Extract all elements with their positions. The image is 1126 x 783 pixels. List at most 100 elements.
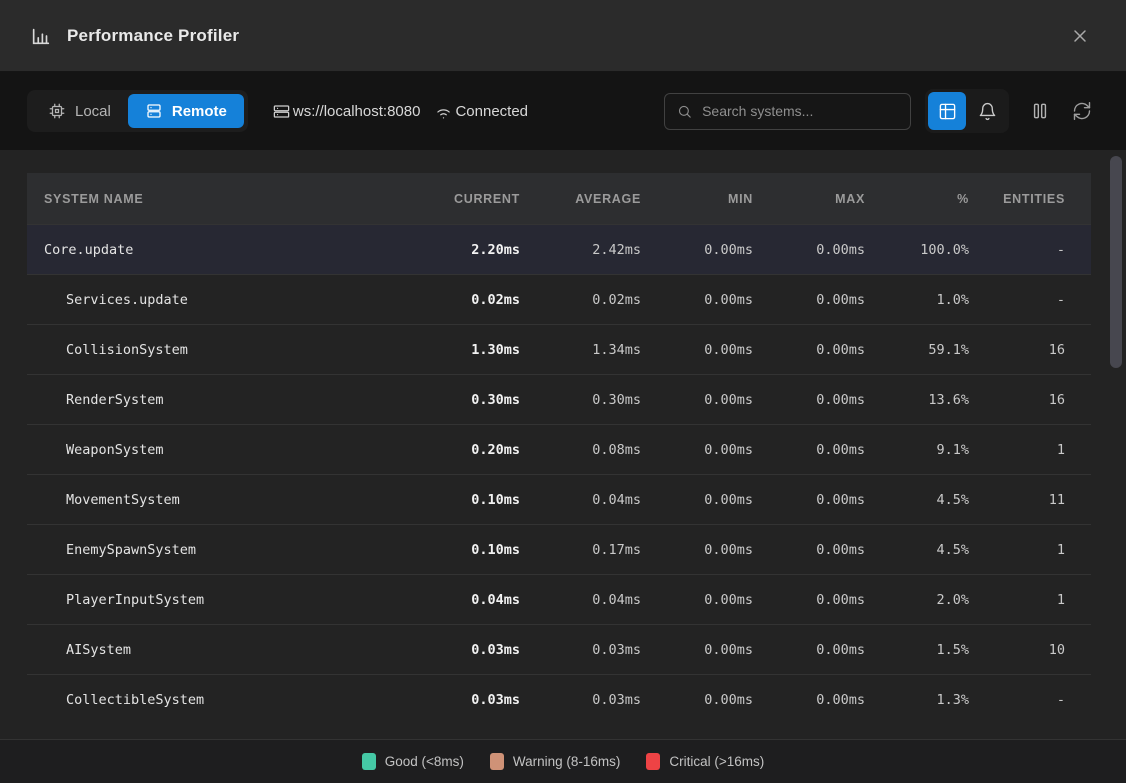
search-icon: [677, 103, 692, 120]
table-row[interactable]: CollectibleSystem 0.03ms 0.03ms 0.00ms 0…: [27, 674, 1091, 717]
current-value: 0.03ms: [405, 642, 520, 658]
toolbar: Local Remote ws://localhost:8080: [0, 72, 1126, 150]
connection-info: ws://localhost:8080 Connected: [272, 102, 528, 121]
min-value: 0.00ms: [641, 542, 753, 558]
search-input[interactable]: [702, 103, 898, 119]
connection-status-group: Connected: [434, 102, 528, 121]
close-button[interactable]: [1064, 20, 1096, 52]
table-row[interactable]: Services.update 0.02ms 0.02ms 0.00ms 0.0…: [27, 274, 1091, 324]
column-header-percent: %: [865, 192, 969, 206]
system-name: EnemySpawnSystem: [44, 542, 405, 558]
system-name: WeaponSystem: [44, 442, 405, 458]
connection-mode-toggle: Local Remote: [27, 90, 248, 132]
table-row[interactable]: AISystem 0.03ms 0.03ms 0.00ms 0.00ms 1.5…: [27, 624, 1091, 674]
local-mode-button[interactable]: Local: [31, 94, 128, 128]
max-value: 0.00ms: [753, 642, 865, 658]
legend-footer: Good (<8ms) Warning (8-16ms) Critical (>…: [0, 739, 1126, 783]
table-row[interactable]: RenderSystem 0.30ms 0.30ms 0.00ms 0.00ms…: [27, 374, 1091, 424]
refresh-icon: [1072, 101, 1092, 121]
entities-value: 1: [969, 542, 1065, 558]
entities-value: -: [969, 292, 1065, 308]
table-row[interactable]: Core.update 2.20ms 2.42ms 0.00ms 0.00ms …: [27, 224, 1091, 274]
min-value: 0.00ms: [641, 442, 753, 458]
view-buttons-group: [925, 89, 1009, 133]
column-header-system-name: SYSTEM NAME: [44, 192, 405, 206]
scrollbar-track[interactable]: [1110, 151, 1122, 739]
column-header-entities: ENTITIES: [969, 192, 1065, 206]
max-value: 0.00ms: [753, 692, 865, 708]
current-value: 0.20ms: [405, 442, 520, 458]
min-value: 0.00ms: [641, 392, 753, 408]
max-value: 0.00ms: [753, 592, 865, 608]
percent-value: 4.5%: [865, 542, 969, 558]
entities-value: 10: [969, 642, 1065, 658]
average-value: 0.02ms: [520, 292, 641, 308]
entities-value: 1: [969, 592, 1065, 608]
remote-mode-label: Remote: [172, 103, 227, 120]
max-value: 0.00ms: [753, 342, 865, 358]
server-icon: [145, 102, 163, 120]
percent-value: 1.3%: [865, 692, 969, 708]
min-value: 0.00ms: [641, 342, 753, 358]
table-view-button[interactable]: [928, 92, 966, 130]
column-header-current: CURRENT: [405, 192, 520, 206]
percent-value: 13.6%: [865, 392, 969, 408]
table-row[interactable]: WeaponSystem 0.20ms 0.08ms 0.00ms 0.00ms…: [27, 424, 1091, 474]
entities-value: 16: [969, 392, 1065, 408]
cpu-icon: [48, 102, 66, 120]
column-header-max: MAX: [753, 192, 865, 206]
warning-label: Warning (8-16ms): [513, 754, 621, 769]
server-icon: [272, 102, 291, 121]
performance-profiler-window: { "window": { "title": "Performance Prof…: [0, 0, 1126, 783]
min-value: 0.00ms: [641, 642, 753, 658]
connection-status: Connected: [455, 103, 528, 120]
table-row[interactable]: CollisionSystem 1.30ms 1.34ms 0.00ms 0.0…: [27, 324, 1091, 374]
pause-icon: [1030, 101, 1050, 121]
average-value: 0.17ms: [520, 542, 641, 558]
average-value: 0.30ms: [520, 392, 641, 408]
percent-value: 1.0%: [865, 292, 969, 308]
min-value: 0.00ms: [641, 292, 753, 308]
good-swatch: [362, 753, 376, 770]
refresh-button[interactable]: [1065, 94, 1099, 128]
percent-value: 9.1%: [865, 442, 969, 458]
wifi-icon: [434, 102, 453, 121]
table-header-row: SYSTEM NAME CURRENT AVERAGE MIN MAX % EN…: [27, 173, 1091, 224]
table-row[interactable]: PlayerInputSystem 0.04ms 0.04ms 0.00ms 0…: [27, 574, 1091, 624]
current-value: 0.03ms: [405, 692, 520, 708]
title-bar: Performance Profiler: [0, 0, 1126, 72]
average-value: 0.03ms: [520, 692, 641, 708]
alerts-button[interactable]: [968, 92, 1006, 130]
column-header-average: AVERAGE: [520, 192, 641, 206]
system-name: Core.update: [44, 242, 405, 258]
current-value: 0.10ms: [405, 542, 520, 558]
system-name: RenderSystem: [44, 392, 405, 408]
bell-icon: [978, 102, 997, 121]
percent-value: 100.0%: [865, 242, 969, 258]
max-value: 0.00ms: [753, 392, 865, 408]
current-value: 0.30ms: [405, 392, 520, 408]
bar-chart-icon: [30, 25, 52, 47]
system-name: CollectibleSystem: [44, 692, 405, 708]
layout-grid-icon: [938, 102, 957, 121]
percent-value: 59.1%: [865, 342, 969, 358]
search-box: [664, 93, 911, 130]
legend-item-critical: Critical (>16ms): [646, 753, 764, 770]
scrollbar-thumb[interactable]: [1110, 156, 1122, 368]
close-icon: [1070, 26, 1090, 46]
min-value: 0.00ms: [641, 492, 753, 508]
current-value: 1.30ms: [405, 342, 520, 358]
table-row[interactable]: MovementSystem 0.10ms 0.04ms 0.00ms 0.00…: [27, 474, 1091, 524]
max-value: 0.00ms: [753, 542, 865, 558]
legend-item-good: Good (<8ms): [362, 753, 464, 770]
good-label: Good (<8ms): [385, 754, 464, 769]
column-header-min: MIN: [641, 192, 753, 206]
average-value: 0.04ms: [520, 492, 641, 508]
local-mode-label: Local: [75, 103, 111, 120]
pause-button[interactable]: [1023, 94, 1057, 128]
percent-value: 2.0%: [865, 592, 969, 608]
average-value: 0.03ms: [520, 642, 641, 658]
average-value: 1.34ms: [520, 342, 641, 358]
table-row[interactable]: EnemySpawnSystem 0.10ms 0.17ms 0.00ms 0.…: [27, 524, 1091, 574]
remote-mode-button[interactable]: Remote: [128, 94, 244, 128]
